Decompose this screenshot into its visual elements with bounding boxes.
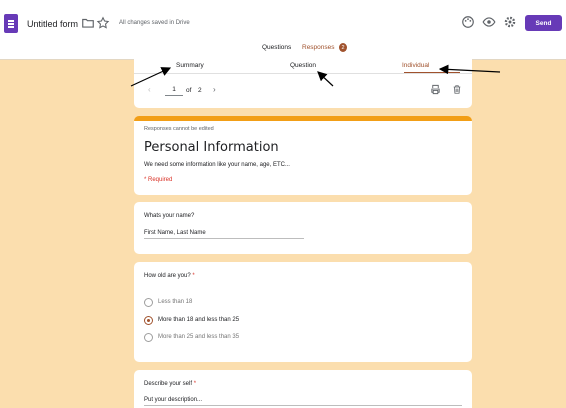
- readonly-notice: Responses cannot be edited: [144, 126, 214, 132]
- subtab-divider: [134, 73, 472, 74]
- answer-underline: [144, 405, 462, 406]
- answer-underline: [144, 238, 304, 239]
- radio-option-1: [144, 298, 153, 307]
- section-title: Personal Information: [144, 140, 279, 155]
- save-status: All changes saved in Drive: [119, 20, 190, 26]
- required-note: * Required: [144, 177, 173, 183]
- pager-total: 2: [198, 87, 202, 94]
- question-label: How old are you? *: [144, 273, 195, 279]
- forms-app-icon[interactable]: [4, 14, 18, 33]
- answer-text: Put your description...: [144, 397, 203, 403]
- send-button[interactable]: Send: [525, 15, 562, 31]
- chevron-right-icon[interactable]: ›: [213, 85, 216, 94]
- radio-option-2-selected: [144, 316, 153, 325]
- question-label: Describe your self *: [144, 381, 197, 387]
- section-description: We need some information like your name,…: [144, 162, 290, 168]
- trash-icon[interactable]: [452, 84, 462, 95]
- chevron-left-icon[interactable]: ‹: [148, 85, 151, 94]
- responses-count-badge: 2: [339, 43, 347, 52]
- required-star: *: [192, 273, 195, 279]
- tab-questions[interactable]: Questions: [262, 44, 291, 51]
- answer-text: First Name, Last Name: [144, 230, 206, 236]
- subtab-question[interactable]: Question: [290, 62, 316, 69]
- response-nav-card: Summary Question Individual ‹ 1 of 2 ›: [134, 52, 472, 108]
- option-label: More than 18 and less than 25: [158, 317, 240, 323]
- required-star: *: [193, 381, 197, 387]
- form-header-card: Responses cannot be edited Personal Info…: [134, 116, 472, 195]
- subtab-individual[interactable]: Individual: [402, 62, 429, 69]
- response-number-input[interactable]: 1: [165, 86, 183, 96]
- settings-gear-icon[interactable]: [503, 15, 517, 29]
- subtab-summary[interactable]: Summary: [176, 62, 204, 69]
- pager-of-label: of: [186, 87, 192, 94]
- folder-icon[interactable]: [81, 16, 95, 30]
- question-label: Whats your name?: [144, 213, 195, 219]
- preview-eye-icon[interactable]: [482, 15, 496, 29]
- print-icon[interactable]: [430, 84, 441, 95]
- star-icon[interactable]: [96, 16, 110, 30]
- palette-icon[interactable]: [461, 15, 475, 29]
- radio-option-3: [144, 333, 153, 342]
- top-bar: Untitled form All changes saved in Drive…: [0, 0, 566, 60]
- tab-responses[interactable]: Responses: [302, 44, 335, 51]
- question-card-self: Describe your self * Put your descriptio…: [134, 370, 472, 408]
- form-title-field[interactable]: Untitled form: [27, 19, 78, 29]
- question-card-name: Whats your name? First Name, Last Name: [134, 202, 472, 254]
- question-card-age: How old are you? * Less than 18 More tha…: [134, 262, 472, 362]
- option-label: More than 25 and less than 35: [158, 334, 240, 340]
- option-label: Less than 18: [158, 299, 193, 305]
